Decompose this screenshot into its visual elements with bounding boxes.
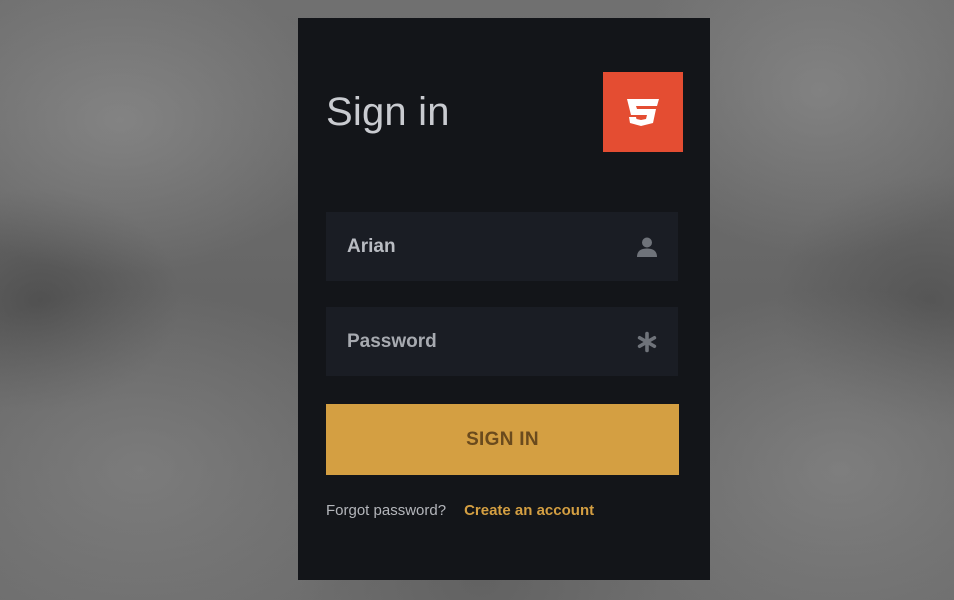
sign-in-button[interactable]: SIGN IN [326,404,679,475]
forgot-password-link[interactable]: Forgot password? [326,502,446,519]
username-input[interactable] [326,212,626,281]
password-input[interactable] [326,307,626,376]
logo-icon [603,72,683,152]
html5-e-logo-icon [627,99,659,126]
password-field [326,307,678,376]
username-field [326,212,678,281]
page-title: Sign in [326,90,450,134]
create-account-link[interactable]: Create an account [464,502,594,519]
user-icon [636,236,658,258]
asterisk-icon [636,331,658,353]
login-card: Sign in SIGN IN [298,18,710,580]
footer-links: Forgot password? Create an account [326,502,594,519]
